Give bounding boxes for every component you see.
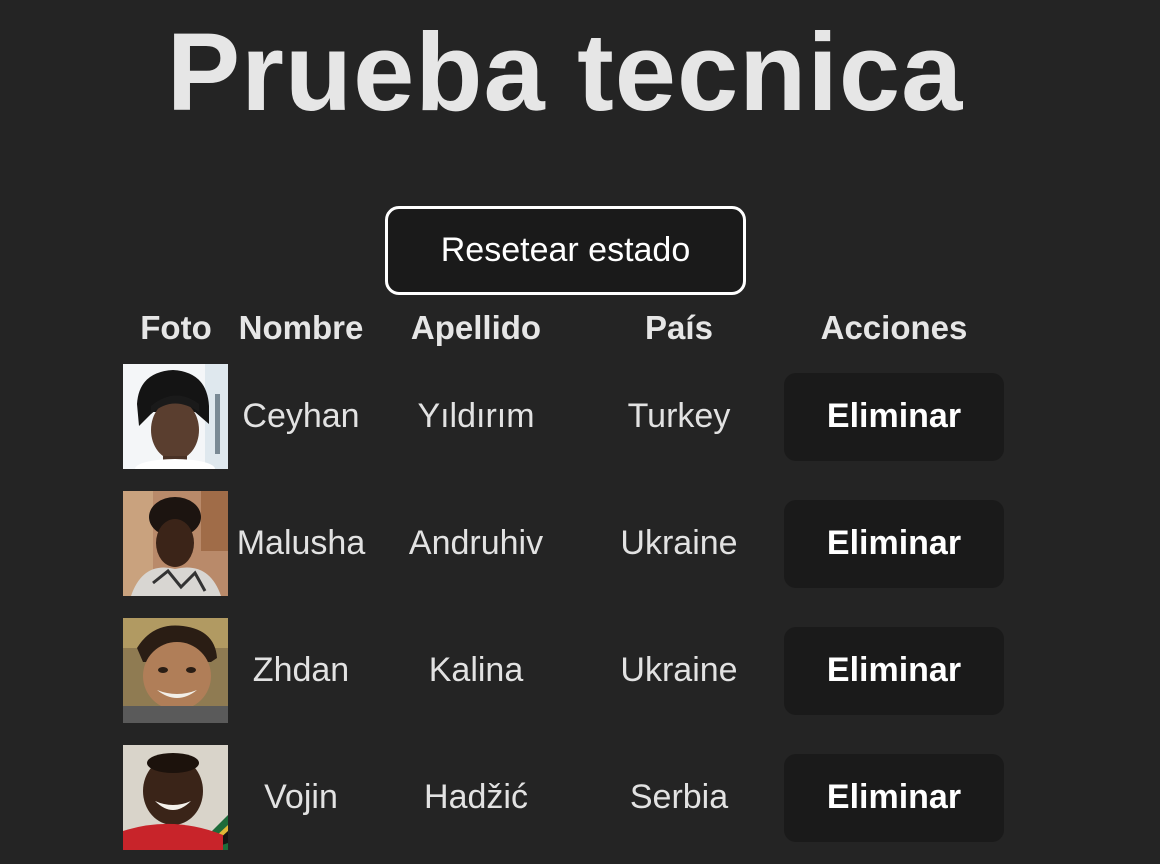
cell-pais: Ukraine — [620, 651, 738, 689]
photo-cell — [120, 607, 232, 734]
table-row: Malusha Andruhiv Ukraine Eliminar — [120, 480, 1012, 607]
delete-button[interactable]: Eliminar — [784, 499, 1004, 588]
header-foto: Foto — [140, 309, 212, 346]
delete-button[interactable]: Eliminar — [784, 626, 1004, 715]
cell-nombre: Malusha — [236, 524, 366, 562]
page-title: Prueba tecnica — [166, 11, 964, 134]
cell-acciones: Eliminar — [776, 734, 1012, 861]
avatar-photo — [123, 745, 228, 850]
table-row: Vojin Hadžić Serbia Eliminar — [120, 734, 1012, 861]
cell-nombre: Ceyhan — [242, 397, 360, 435]
avatar-photo — [123, 491, 228, 596]
cell-nombre: Vojin — [264, 778, 338, 816]
avatar-photo — [123, 618, 228, 723]
users-table: Foto Nombre Apellido País Acciones Ceyha… — [120, 303, 1012, 861]
cell-apellido: Hadžić — [424, 778, 528, 816]
cell-pais: Ukraine — [620, 524, 738, 562]
header-acciones: Acciones — [820, 309, 968, 346]
cell-apellido: Kalina — [428, 651, 524, 689]
table-row: Ceyhan Yıldırım Turkey Eliminar — [120, 353, 1012, 480]
table-row: Zhdan Kalina Ukraine Eliminar — [120, 607, 1012, 734]
photo-cell — [120, 480, 232, 607]
cell-acciones: Eliminar — [776, 607, 1012, 734]
cell-pais: Turkey — [627, 397, 731, 435]
cell-acciones: Eliminar — [776, 480, 1012, 607]
app-page: Prueba tecnica Resetear estado Foto Nomb… — [0, 0, 1160, 864]
header-nombre: Nombre — [238, 309, 364, 346]
cell-acciones: Eliminar — [776, 353, 1012, 480]
header-pais: País — [645, 309, 713, 346]
cell-pais: Serbia — [629, 778, 729, 816]
photo-cell — [120, 353, 232, 480]
delete-button[interactable]: Eliminar — [784, 372, 1004, 461]
avatar-photo — [123, 364, 228, 469]
reset-state-button[interactable]: Resetear estado — [385, 206, 746, 295]
table-header-row: Foto Nombre Apellido País Acciones — [120, 303, 1012, 353]
header-apellido: Apellido — [410, 309, 542, 346]
cell-apellido: Yıldırım — [417, 397, 535, 435]
photo-cell — [120, 734, 232, 861]
delete-button[interactable]: Eliminar — [784, 753, 1004, 842]
cell-apellido: Andruhiv — [408, 524, 544, 562]
cell-nombre: Zhdan — [252, 651, 350, 689]
